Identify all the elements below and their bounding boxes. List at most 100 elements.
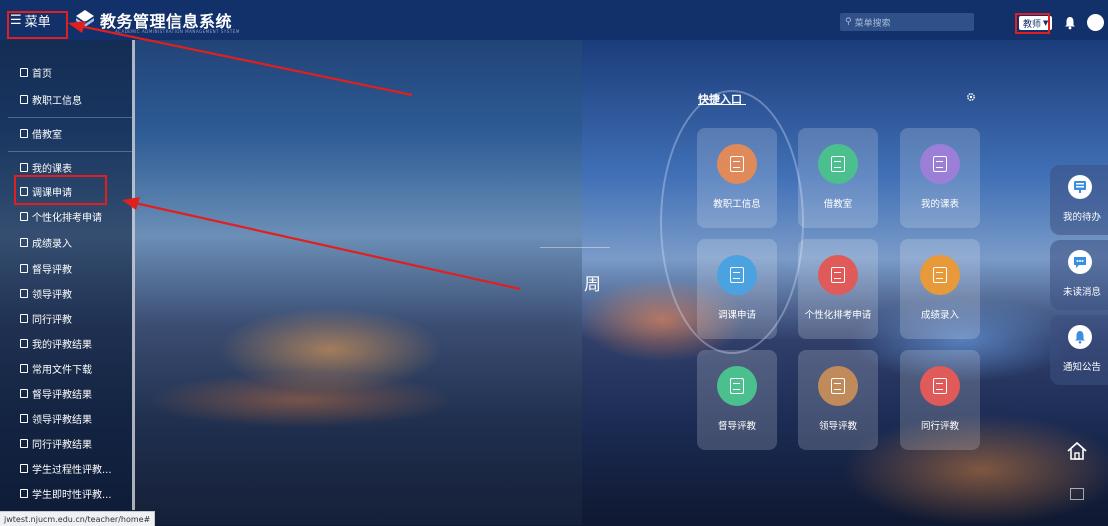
document-icon — [20, 68, 28, 77]
message-icon — [1068, 250, 1092, 274]
sidebar-item-label: 领导评教 — [32, 290, 72, 301]
status-bar-url: jwtest.njucm.edu.cn/teacher/home# — [0, 511, 156, 526]
search-placeholder: 菜单搜索 — [854, 18, 891, 29]
document-icon — [20, 129, 28, 138]
user-avatar[interactable] — [1087, 14, 1104, 31]
quick-tile-my-schedule[interactable]: 我的课表 — [900, 128, 980, 228]
week-text: 周 — [584, 275, 601, 295]
quick-tile-staff-info[interactable]: 教职工信息 — [697, 128, 777, 228]
right-tab-label: 未读消息 — [1062, 287, 1101, 298]
quick-tile-leader-evaluation[interactable]: 领导评教 — [798, 350, 878, 450]
sidebar-item-label: 学生过程性评教... — [32, 465, 112, 476]
sidebar-item-label: 个性化排考申请 — [32, 213, 102, 224]
sidebar-item-label: 我的评教结果 — [32, 340, 92, 351]
quick-tile-label: 督导评教 — [717, 421, 756, 432]
sidebar-item-label: 同行评教 — [32, 315, 72, 326]
document-icon — [20, 439, 28, 448]
right-tab-announcements[interactable]: 通知公告 — [1050, 315, 1108, 385]
sidebar-item-my-evaluation-results[interactable]: 我的评教结果 — [20, 336, 92, 351]
sidebar-item-label: 借教室 — [32, 130, 62, 141]
quick-access-underline — [698, 104, 746, 105]
sidebar-divider — [8, 151, 132, 152]
quick-tile-label: 成绩录入 — [920, 310, 959, 321]
quick-tile-label: 借教室 — [823, 199, 853, 210]
annotation-highlight-role — [1015, 13, 1050, 34]
sidebar-item-label: 我的课表 — [32, 164, 72, 175]
annotation-highlight-menu — [7, 11, 68, 39]
sidebar-item-supervisor-evaluation-results[interactable]: 督导评教结果 — [20, 386, 92, 401]
grid-icon[interactable] — [1070, 488, 1084, 500]
search-icon: ⚲ — [845, 17, 852, 27]
home-icon[interactable] — [1066, 440, 1088, 462]
right-tab-label: 通知公告 — [1062, 362, 1101, 373]
quick-tile-borrow-classroom[interactable]: 借教室 — [798, 128, 878, 228]
document-icon — [818, 366, 858, 406]
document-icon — [20, 163, 28, 172]
quick-tile-label: 我的课表 — [920, 199, 959, 210]
sidebar-item-label: 首页 — [32, 69, 52, 80]
notification-bell-icon[interactable] — [1064, 16, 1076, 30]
annotation-highlight-course-change — [14, 175, 107, 205]
right-tab-my-todo[interactable]: 我的待办 — [1050, 165, 1108, 235]
sidebar-item-staff-info[interactable]: 教职工信息 — [20, 92, 82, 107]
document-icon — [717, 255, 757, 295]
document-icon — [920, 255, 960, 295]
document-icon — [20, 264, 28, 273]
quick-tile-supervisor-evaluation[interactable]: 督导评教 — [697, 350, 777, 450]
quick-tile-grade-entry[interactable]: 成绩录入 — [900, 239, 980, 339]
divider-line — [540, 247, 610, 248]
document-icon — [818, 255, 858, 295]
sidebar-item-exam-arrangement-request[interactable]: 个性化排考申请 — [20, 209, 102, 224]
quick-tile-label: 教职工信息 — [713, 199, 761, 210]
document-icon — [818, 144, 858, 184]
quick-tile-label: 调课申请 — [717, 310, 756, 321]
quick-tile-exam-arrangement-request[interactable]: 个性化排考申请 — [798, 239, 878, 339]
right-tab-unread-messages[interactable]: 未读消息 — [1050, 240, 1108, 310]
sidebar-item-leader-evaluation[interactable]: 领导评教 — [20, 286, 72, 301]
document-icon — [20, 238, 28, 247]
document-icon — [920, 366, 960, 406]
document-icon — [20, 212, 28, 221]
sidebar-item-my-schedule[interactable]: 我的课表 — [20, 160, 72, 175]
sidebar-scrollbar[interactable] — [132, 40, 135, 510]
sidebar-item-peer-evaluation-results[interactable]: 同行评教结果 — [20, 436, 92, 451]
sidebar-item-label: 督导评教 — [32, 265, 72, 276]
sidebar-item-grade-entry[interactable]: 成绩录入 — [20, 235, 72, 250]
settings-gear-icon[interactable] — [966, 92, 976, 102]
sidebar-item-label: 领导评教结果 — [32, 415, 92, 426]
menu-search-input[interactable]: ⚲ 菜单搜索 — [840, 13, 974, 31]
quick-tile-course-change-request[interactable]: 调课申请 — [697, 239, 777, 339]
sidebar-item-label: 常用文件下载 — [32, 365, 92, 376]
top-bar: ☰ 菜单 教务管理信息系统 ACADEMIC ADMINISTRATION MA… — [0, 0, 1108, 40]
sidebar-item-label: 学生即时性评教... — [32, 490, 112, 501]
right-tab-label: 我的待办 — [1062, 212, 1101, 223]
document-icon — [20, 364, 28, 373]
bell-icon — [1068, 325, 1092, 349]
document-icon — [20, 314, 28, 323]
logo-icon — [76, 10, 94, 27]
sidebar-divider — [8, 117, 132, 118]
quick-tile-label: 个性化排考申请 — [804, 310, 872, 321]
sidebar-item-home[interactable]: 首页 — [20, 65, 52, 80]
document-icon — [20, 289, 28, 298]
sidebar-item-file-downloads[interactable]: 常用文件下载 — [20, 361, 92, 376]
sidebar-item-label: 同行评教结果 — [32, 440, 92, 451]
sidebar-item-label: 督导评教结果 — [32, 390, 92, 401]
document-icon — [717, 366, 757, 406]
document-icon — [20, 489, 28, 498]
document-icon — [20, 95, 28, 104]
quick-tile-label: 同行评教 — [920, 421, 959, 432]
sidebar-item-label: 成绩录入 — [32, 239, 72, 250]
document-icon — [717, 144, 757, 184]
sidebar-item-leader-evaluation-results[interactable]: 领导评教结果 — [20, 411, 92, 426]
sidebar-item-student-process-evaluation[interactable]: 学生过程性评教... — [20, 461, 112, 476]
sidebar-item-supervisor-evaluation[interactable]: 督导评教 — [20, 261, 72, 276]
quick-tile-peer-evaluation[interactable]: 同行评教 — [900, 350, 980, 450]
system-subtitle: ACADEMIC ADMINISTRATION MANAGEMENT SYSTE… — [115, 29, 240, 34]
document-icon — [20, 464, 28, 473]
sidebar-item-borrow-classroom[interactable]: 借教室 — [20, 126, 62, 141]
sidebar-item-peer-evaluation[interactable]: 同行评教 — [20, 311, 72, 326]
sidebar-item-student-instant-evaluation[interactable]: 学生即时性评教... — [20, 486, 112, 501]
monitor-icon — [1068, 175, 1092, 199]
document-icon — [20, 389, 28, 398]
